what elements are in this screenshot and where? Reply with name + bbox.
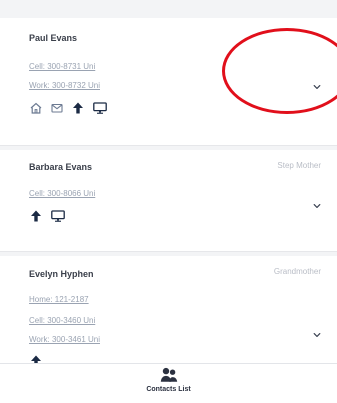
mail-icon[interactable] (50, 101, 64, 115)
contact-relation: Step Mother (277, 161, 321, 170)
phone-link[interactable]: Cell: 300-8066 Uni (29, 189, 95, 198)
expand-chevron-icon[interactable] (312, 201, 322, 211)
contact-card[interactable]: Paul Evans Cell: 300-8731 Uni Work: 300-… (0, 18, 337, 146)
contact-relation: Grandmother (273, 267, 321, 276)
monitor-icon[interactable] (92, 101, 108, 115)
home-icon[interactable] (29, 101, 43, 115)
phone-link[interactable]: Home: 121-2187 (29, 295, 89, 304)
contacts-list-label: Contacts List (146, 386, 191, 393)
up-arrow-icon[interactable] (29, 209, 43, 223)
contact-actions (29, 209, 66, 223)
phone-link[interactable]: Work: 300-3461 Uni (29, 335, 100, 344)
contact-actions (29, 101, 108, 115)
contact-name: Paul Evans (29, 33, 78, 43)
contacts-list-tab[interactable]: Contacts List (0, 366, 337, 393)
phone-link[interactable]: Cell: 300-3460 Uni (29, 316, 95, 325)
phone-link[interactable]: Work: 300-8732 Uni (29, 81, 100, 90)
contacts-icon (158, 366, 180, 384)
up-arrow-icon[interactable] (71, 101, 85, 115)
contacts-screen: Paul Evans Cell: 300-8731 Uni Work: 300-… (0, 0, 337, 403)
expand-chevron-icon[interactable] (312, 330, 322, 340)
contact-name: Barbara Evans (29, 162, 93, 172)
phone-link[interactable]: Cell: 300-8731 Uni (29, 62, 95, 71)
bottom-navigation: Contacts List (0, 363, 337, 403)
contact-card[interactable]: Evelyn Hyphen Grandmother Home: 121-2187… (0, 256, 337, 367)
monitor-icon[interactable] (50, 209, 66, 223)
expand-chevron-icon[interactable] (312, 82, 322, 92)
contact-name: Evelyn Hyphen (29, 269, 94, 279)
contact-card[interactable]: Barbara Evans Step Mother Cell: 300-8066… (0, 150, 337, 252)
